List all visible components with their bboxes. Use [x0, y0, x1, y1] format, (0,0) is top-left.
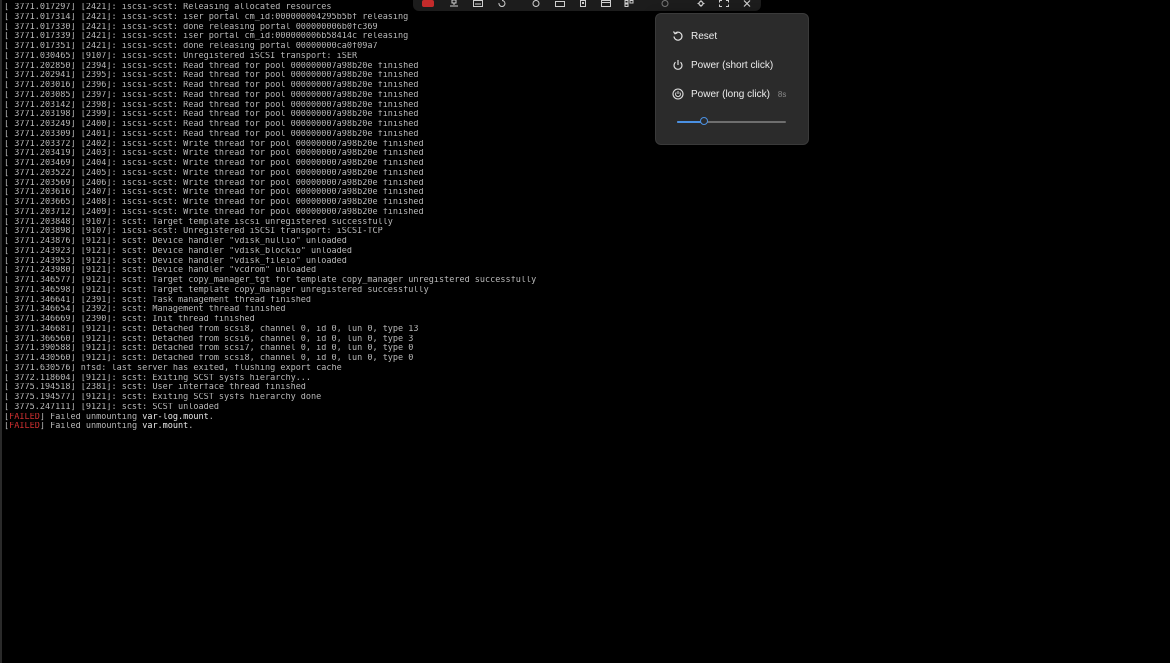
failed-line-unit-name: var.mount	[142, 422, 189, 432]
console-line: [ 3771.203198] [2399]: iscsi-scst: Read …	[4, 110, 419, 120]
console-line: [ 3771.202941] [2395]: iscsi-scst: Read …	[4, 71, 419, 81]
record-stop-icon[interactable]	[422, 0, 434, 7]
console-line: [ 3772.118604] [9121]: scst: Exiting SCS…	[4, 373, 312, 383]
console-line: [ 3771.346577] [9121]: scst: Target copy…	[4, 276, 537, 285]
power-long-label: Power (long click)	[691, 88, 770, 100]
console-line: [ 3771.203848] [9107]: scst: Target temp…	[4, 217, 393, 227]
circle-icon[interactable]	[660, 0, 670, 7]
console-line: [ 3771.203898] [9107]: iscsi-scst: Unreg…	[4, 227, 383, 237]
console-line: [ 3771.346654] [2392]: scst: Management …	[4, 305, 286, 315]
console-line: [ 3775.194518] [2381]: scst: User interf…	[4, 383, 306, 393]
console-line: [ 3771.243923] [9121]: scst: Device hand…	[4, 246, 352, 256]
usb-icon[interactable]	[578, 0, 588, 7]
clock-icon[interactable]	[531, 0, 541, 7]
fullscreen-icon[interactable]	[719, 0, 729, 7]
gear-icon[interactable]	[696, 0, 706, 7]
close-icon[interactable]	[742, 0, 752, 7]
power-duration-slider[interactable]	[677, 117, 786, 127]
console-line: [ 3771.203309] [2401]: iscsi-scst: Read …	[4, 129, 419, 139]
console-line: [ 3771.243980] [9121]: scst: Device hand…	[4, 266, 317, 276]
console-line: [ 3771.017351] [2421]: iscsi-scst: done …	[4, 42, 378, 51]
failed-line-text: ] Failed unmounting	[39, 412, 143, 422]
console-line: [ 3775.194577] [9121]: scst: Exiting SCS…	[4, 393, 322, 402]
console-line: [ 3771.203085] [2397]: iscsi-scst: Read …	[4, 90, 419, 100]
console-line: [ 3771.017314] [2421]: iscsi-scst: iser …	[4, 12, 409, 22]
console-line: [ 3771.203469] [2404]: iscsi-scst: Write…	[4, 159, 424, 168]
power-short-menu-item[interactable]: Power (short click)	[672, 57, 773, 73]
keyboard-icon[interactable]	[473, 0, 483, 7]
folder-icon[interactable]	[555, 0, 565, 7]
console-line: [ 3771.346641] [2391]: scst: Task manage…	[4, 295, 312, 305]
console-line: [ 3771.430560] [9121]: scst: Detached fr…	[4, 354, 414, 363]
remote-console-toolbar	[413, 0, 761, 11]
console-line: [ 3771.017330] [2421]: iscsi-scst: done …	[4, 22, 378, 32]
console-line: [ 3771.203522] [2405]: iscsi-scst: Write…	[4, 168, 424, 178]
console-line-failed: [FAILED] Failed unmounting var.mount.	[4, 422, 644, 432]
console-line: [ 3771.203569] [2406]: iscsi-scst: Write…	[4, 178, 424, 188]
console-line: [ 3771.017339] [2421]: iscsi-scst: iser …	[4, 32, 409, 42]
console-line: [ 3771.346669] [2390]: scst: Init thread…	[4, 315, 255, 324]
console-line: [ 3771.202850] [2394]: iscsi-scst: Read …	[4, 61, 419, 71]
console-line: [ 3771.243953] [9121]: scst: Device hand…	[4, 256, 347, 266]
failed-line-end: .	[208, 412, 214, 422]
console-line: [ 3771.203616] [2407]: iscsi-scst: Write…	[4, 188, 424, 198]
console-line: [ 3771.203016] [2396]: iscsi-scst: Read …	[4, 81, 419, 90]
failed-line-failed-tag: FAILED	[9, 422, 40, 432]
failed-line-end: .	[188, 422, 194, 432]
failed-line-text: ] Failed unmounting	[39, 422, 143, 432]
console-line: [ 3771.203419] [2403]: iscsi-scst: Write…	[4, 149, 424, 159]
slider-thumb[interactable]	[700, 117, 709, 125]
console-line: [ 3771.366560] [9121]: scst: Detached fr…	[4, 334, 414, 344]
console-line: [ 3771.203665] [2408]: iscsi-scst: Write…	[4, 198, 424, 207]
power-long-icon	[672, 88, 684, 100]
console-line: [ 3771.390588] [9121]: scst: Detached fr…	[4, 344, 414, 354]
reset-menu-item[interactable]: Reset	[672, 28, 717, 44]
power-long-menu-item[interactable]: Power (long click) 8s	[672, 86, 786, 102]
network-icon[interactable]	[449, 0, 459, 7]
power-menu: Reset Power (short click) Power (long cl…	[655, 13, 809, 145]
refresh-icon[interactable]	[497, 0, 507, 7]
window-icon[interactable]	[601, 0, 611, 7]
console-line-failed: [FAILED] Failed unmounting var-log.mount…	[4, 413, 644, 423]
console-line: [ 3775.247111] [9121]: scst: SCST unload…	[4, 402, 219, 412]
console-line: [ 3771.346681] [9121]: scst: Detached fr…	[4, 324, 419, 334]
console-line: [ 3771.030465] [9107]: iscsi-scst: Unreg…	[4, 51, 358, 61]
console-line: [ 3771.243876] [9121]: scst: Device hand…	[4, 237, 347, 246]
power-icon	[672, 59, 684, 71]
power-long-duration: 8s	[777, 89, 787, 99]
console-line: [ 3771.203249] [2400]: iscsi-scst: Read …	[4, 120, 419, 129]
console-output: [ 3771.017297] [2421]: iscsi-scst: Relea…	[4, 3, 644, 432]
reset-icon	[672, 30, 684, 42]
failed-line-failed-tag: FAILED	[9, 412, 40, 422]
console-line: [ 3771.203712] [2409]: iscsi-scst: Write…	[4, 207, 424, 217]
window-left-edge	[0, 0, 2, 663]
console-line: [ 3771.630576] nfsd: last server has exi…	[4, 363, 342, 373]
failed-line-unit-name: var-log.mount	[142, 412, 209, 422]
reset-label: Reset	[691, 30, 718, 42]
power-short-label: Power (short click)	[691, 59, 774, 71]
grid-icon[interactable]	[624, 0, 634, 7]
console-line: [ 3771.346598] [9121]: scst: Target temp…	[4, 285, 429, 295]
console-line: [ 3771.203372] [2402]: iscsi-scst: Write…	[4, 139, 424, 149]
console-line: [ 3771.203142] [2398]: iscsi-scst: Read …	[4, 100, 419, 110]
